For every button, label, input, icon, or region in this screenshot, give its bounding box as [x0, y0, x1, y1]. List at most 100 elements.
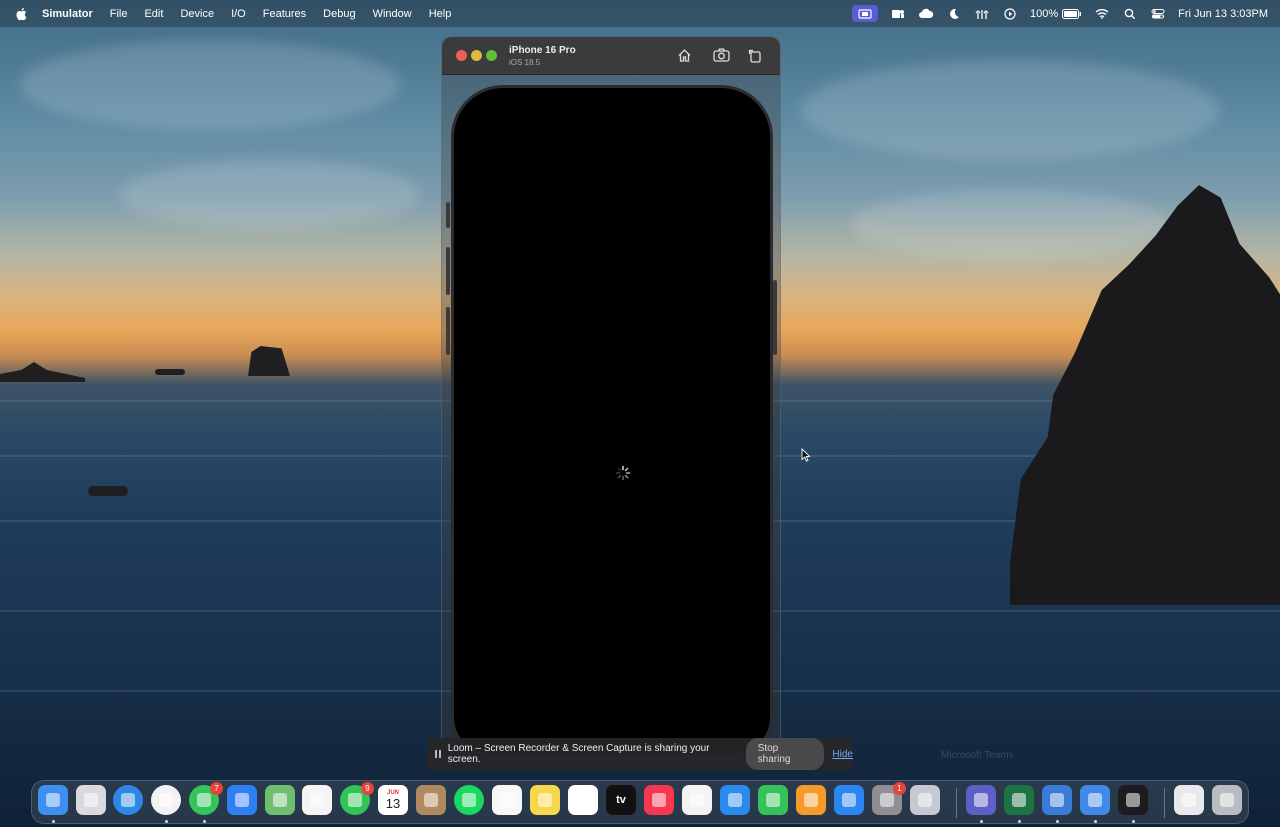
battery-percent: 100%: [1029, 7, 1059, 20]
dock-item-news[interactable]: [682, 785, 712, 815]
icon-glyph: [766, 793, 780, 807]
dock-item-finder[interactable]: [38, 785, 68, 815]
dock-item-excel[interactable]: [1004, 785, 1034, 815]
icon-glyph: [84, 793, 98, 807]
dock-item-music[interactable]: [644, 785, 674, 815]
dock-item-numbers[interactable]: [758, 785, 788, 815]
stop-sharing-button[interactable]: Stop sharing: [745, 738, 825, 770]
dock-item-mail[interactable]: [227, 785, 257, 815]
action-button[interactable]: [446, 202, 450, 228]
dock-item-appstore[interactable]: [834, 785, 864, 815]
dock-item-trash[interactable]: [1212, 785, 1242, 815]
dock-item-launchpad[interactable]: [76, 785, 106, 815]
dock-item-tv[interactable]: tv: [606, 785, 636, 815]
icon-glyph: [462, 793, 476, 807]
hide-banner-link[interactable]: Hide: [832, 749, 853, 760]
pause-icon[interactable]: [433, 749, 443, 759]
wifi-icon[interactable]: [1094, 7, 1110, 21]
control-center-icon[interactable]: [1150, 7, 1166, 21]
dock-item-iphone-mirroring[interactable]: [910, 785, 940, 815]
dock-item-xcode[interactable]: [1042, 785, 1072, 815]
launchpad-icon: [76, 785, 106, 815]
menu-window[interactable]: Window: [373, 8, 412, 20]
icon-glyph: [46, 793, 60, 807]
icon-glyph: [121, 793, 135, 807]
maps-icon: [265, 785, 295, 815]
teams-status-icon[interactable]: [890, 7, 906, 21]
dock-item-teams[interactable]: [966, 785, 996, 815]
volume-down-button[interactable]: [446, 307, 450, 355]
iphone-screen[interactable]: [451, 85, 773, 757]
dock-item-safari[interactable]: [113, 785, 143, 815]
freeform-icon: [568, 785, 598, 815]
music-icon: [644, 785, 674, 815]
iphone-mirroring-icon: [910, 785, 940, 815]
ghost-teams-label: Microsoft Teams: [941, 750, 1014, 761]
network-icon[interactable]: [974, 7, 990, 21]
minimize-window-button[interactable]: [471, 50, 482, 61]
dock-item-calendar[interactable]: JUN 13: [378, 785, 408, 815]
power-button[interactable]: [773, 280, 777, 355]
icon-glyph: [197, 793, 211, 807]
running-indicator: [165, 820, 168, 823]
icon-glyph: [1050, 793, 1064, 807]
battery-icon[interactable]: [1062, 7, 1082, 21]
search-icon[interactable]: [1122, 7, 1138, 21]
menu-features[interactable]: Features: [263, 8, 306, 20]
menu-help[interactable]: Help: [429, 8, 452, 20]
volume-up-button[interactable]: [446, 247, 450, 295]
dock-item-messages[interactable]: 7: [189, 782, 223, 815]
cloud-sync-icon[interactable]: [918, 7, 934, 21]
menu-app-name[interactable]: Simulator: [42, 8, 93, 20]
menu-file[interactable]: File: [110, 8, 128, 20]
clock-datetime[interactable]: Fri Jun 13 3:03PM: [1178, 8, 1268, 20]
dock-item-facetime[interactable]: 9: [340, 782, 374, 815]
dock-item-spotify[interactable]: [454, 785, 484, 815]
mail-icon: [227, 785, 257, 815]
rotate-button[interactable]: [746, 46, 764, 64]
terminal-icon: [1118, 785, 1148, 815]
dock-item-terminal[interactable]: [1118, 785, 1148, 815]
play-icon[interactable]: [1002, 7, 1018, 21]
dock-item-freeform[interactable]: [568, 785, 598, 815]
dock-item-simulator[interactable]: [1080, 785, 1110, 815]
simulator-icon: [1080, 785, 1110, 815]
dock-item-keynote[interactable]: [720, 785, 750, 815]
home-button[interactable]: [675, 46, 693, 64]
dock-item-chrome[interactable]: [151, 785, 181, 815]
menu-device[interactable]: Device: [180, 8, 214, 20]
dock-item-photos[interactable]: [302, 785, 332, 815]
notification-badge: 1: [893, 782, 906, 795]
reminders-icon: [492, 785, 522, 815]
icon-glyph: [842, 793, 856, 807]
dock-item-settings[interactable]: 1: [872, 782, 906, 815]
apple-menu-icon[interactable]: [14, 7, 28, 21]
teams-icon: [966, 785, 996, 815]
icon-glyph: [500, 793, 514, 807]
calendar-day: 13: [385, 795, 401, 811]
running-indicator: [203, 820, 206, 823]
fullscreen-window-button[interactable]: [486, 50, 497, 61]
appstore-icon: [834, 785, 864, 815]
focus-moon-icon[interactable]: [946, 7, 962, 21]
loom-sharing-banner: Loom – Screen Recorder & Screen Capture …: [427, 738, 853, 770]
close-window-button[interactable]: [456, 50, 467, 61]
menu-io[interactable]: I/O: [231, 8, 246, 20]
dock-item-reminders[interactable]: [492, 785, 522, 815]
icon-glyph: [918, 793, 932, 807]
icon-glyph: [235, 793, 249, 807]
screenshot-button[interactable]: [712, 46, 730, 64]
calendar-icon: JUN 13: [378, 785, 408, 815]
dock-item-maps[interactable]: [265, 785, 295, 815]
dock-item-contacts[interactable]: [416, 785, 446, 815]
simulator-titlebar[interactable]: iPhone 16 Pro iOS 18.5: [442, 37, 780, 75]
dock-item-pages[interactable]: [796, 785, 826, 815]
dock-item-notes[interactable]: [530, 785, 560, 815]
keynote-icon: [720, 785, 750, 815]
dock-item-documents[interactable]: [1174, 785, 1204, 815]
menu-debug[interactable]: Debug: [323, 8, 355, 20]
menu-edit[interactable]: Edit: [144, 8, 163, 20]
icon-glyph: [348, 793, 362, 807]
running-indicator: [52, 820, 55, 823]
screen-sharing-icon[interactable]: [851, 5, 878, 22]
